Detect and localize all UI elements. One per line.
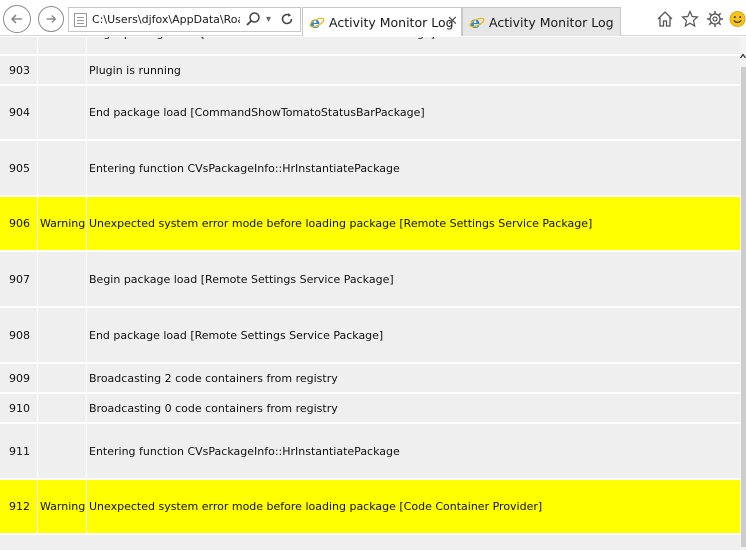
row-message: Plugin is running [89, 63, 181, 77]
row-message: Begin package load [Remote Settings Serv… [89, 272, 394, 286]
close-tab-icon[interactable]: ✕ [447, 14, 458, 29]
row-message: End package load [CommandShowTomatoStatu… [89, 106, 425, 119]
row-id: 905 [0, 141, 38, 195]
home-icon[interactable] [656, 10, 674, 28]
tab-activity-monitor-log-active[interactable]: e Activity Monitor Log ✕ [302, 7, 462, 36]
table-row-warning: 906 Warning Unexpected system error mode… [0, 197, 740, 252]
browser-toolbar: C:\Users\djfox\AppData\Roa ▾ e Activity … [0, 0, 746, 36]
row-level [38, 86, 87, 139]
log-viewport: 902 Begin package load [CommandShowTomat… [0, 37, 740, 550]
smiley-icon[interactable] [729, 10, 746, 28]
row-id: 910 [0, 394, 38, 422]
ie-logo-icon: e [309, 14, 325, 30]
arrow-right-icon [46, 15, 57, 23]
row-id: 903 [0, 56, 38, 84]
scroll-thumb[interactable] [741, 67, 746, 547]
scroll-up-icon[interactable] [740, 53, 746, 59]
forward-button[interactable] [38, 6, 64, 32]
star-icon[interactable] [681, 10, 699, 28]
address-text[interactable]: C:\Users\djfox\AppData\Roa [92, 13, 240, 26]
row-message: Broadcasting 0 code containers from regi… [89, 401, 338, 415]
page-icon [74, 13, 87, 27]
row-id: 911 [0, 424, 38, 478]
row-level [38, 364, 87, 392]
row-message: Entering function CVsPackageInfo::HrInst… [89, 161, 400, 175]
row-level [38, 394, 87, 422]
magnifier-icon[interactable] [245, 11, 261, 27]
row-message: Unexpected system error mode before load… [89, 217, 593, 230]
gear-icon[interactable] [706, 10, 724, 28]
address-bar[interactable]: C:\Users\djfox\AppData\Roa ▾ [68, 7, 301, 32]
row-message: End package load [Remote Settings Servic… [89, 328, 384, 342]
row-id: 909 [0, 364, 38, 392]
row-id: 907 [0, 252, 38, 306]
refresh-icon[interactable] [279, 11, 295, 27]
table-row [0, 535, 740, 550]
row-message: Entering function CVsPackageInfo::HrInst… [89, 444, 400, 458]
table-row: 911 Entering function CVsPackageInfo::Hr… [0, 424, 740, 480]
row-id: 904 [0, 86, 38, 139]
log-table: 902 Begin package load [CommandShowTomat… [0, 37, 740, 550]
row-message: Unexpected system error mode before load… [89, 500, 543, 513]
row-id: 906 [0, 197, 38, 250]
tab-label: Activity Monitor Log [329, 15, 454, 30]
row-level [38, 56, 87, 84]
row-level: Warning [38, 480, 87, 533]
row-level [38, 252, 87, 306]
tab-activity-monitor-log[interactable]: e Activity Monitor Log [462, 7, 621, 36]
table-row: 903 Plugin is running [0, 56, 740, 86]
table-row: 902 Begin package load [CommandShowTomat… [0, 37, 740, 56]
arrow-left-icon [10, 14, 22, 24]
row-id: 908 [0, 308, 38, 362]
row-level [38, 141, 87, 195]
table-row: 908 End package load [Remote Settings Se… [0, 308, 740, 364]
table-row-warning: 912 Warning Unexpected system error mode… [0, 480, 740, 535]
table-row: 905 Entering function CVsPackageInfo::Hr… [0, 141, 740, 197]
row-level [38, 37, 87, 54]
row-message: Begin package load [CommandShowTomatoSta… [87, 37, 740, 54]
table-row: 909 Broadcasting 2 code containers from … [0, 364, 740, 394]
ie-logo-icon: e [469, 14, 485, 30]
tab-label: Activity Monitor Log [489, 15, 614, 30]
row-id: 912 [0, 480, 38, 533]
row-level [38, 308, 87, 362]
dropdown-icon[interactable]: ▾ [266, 14, 271, 25]
vertical-scrollbar[interactable] [740, 37, 746, 550]
table-row: 910 Broadcasting 0 code containers from … [0, 394, 740, 424]
table-row: 904 End package load [CommandShowTomatoS… [0, 86, 740, 141]
row-level [38, 424, 87, 478]
row-level: Warning [38, 197, 87, 250]
back-button[interactable] [3, 5, 31, 33]
row-id: 902 [0, 37, 38, 54]
row-message: Broadcasting 2 code containers from regi… [89, 371, 338, 385]
table-row: 907 Begin package load [Remote Settings … [0, 252, 740, 308]
